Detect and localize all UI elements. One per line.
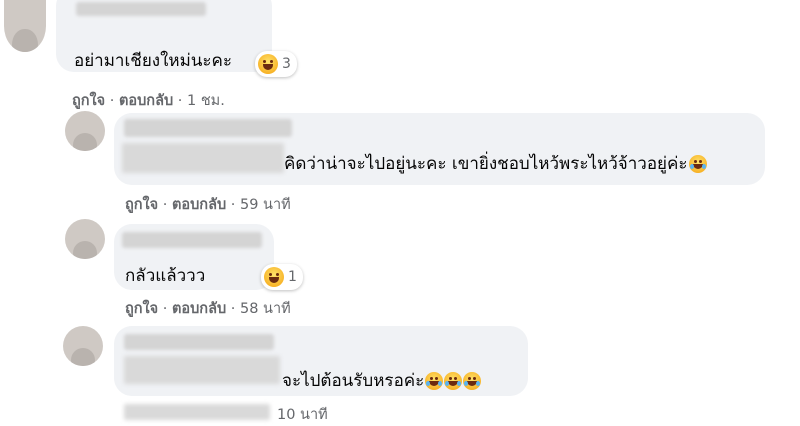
redacted-actions (124, 404, 270, 420)
haha-emoji-icon (258, 54, 278, 74)
avatar[interactable] (63, 326, 103, 366)
timestamp[interactable]: 1 ชม. (187, 93, 225, 109)
timestamp[interactable]: 59 นาที (240, 197, 291, 213)
face-with-tears-of-joy-icon (463, 372, 482, 390)
face-with-tears-of-joy-icon (425, 372, 444, 390)
commenter-name-redacted[interactable] (124, 334, 274, 350)
commenter-name-redacted[interactable] (76, 2, 206, 16)
commenter-name-redacted[interactable] (124, 119, 292, 137)
face-with-tears-of-joy-icon (688, 155, 707, 173)
like-link[interactable]: ถูกใจ (125, 301, 158, 317)
timestamp[interactable]: 58 นาที (240, 301, 291, 317)
reply-link[interactable]: ตอบกลับ (119, 93, 173, 109)
avatar[interactable] (4, 0, 46, 52)
avatar[interactable] (65, 219, 105, 259)
like-link[interactable]: ถูกใจ (125, 197, 158, 213)
commenter-name-redacted[interactable] (122, 232, 262, 248)
comment-text: คิดว่าน่าจะไปอยู่นะคะ เขายิ่งชอบไหว้พระไ… (284, 150, 707, 177)
reply-link[interactable]: ตอบกลับ (172, 197, 226, 213)
redacted-text (124, 356, 280, 384)
reaction-count: 3 (282, 56, 291, 72)
comment-actions: ถูกใจ · ตอบกลับ · 59 นาที (125, 197, 291, 213)
reaction-badge[interactable]: 1 (261, 264, 303, 290)
timestamp[interactable]: 10 นาที (277, 403, 328, 426)
comment-text: จะไปต้อนรับหรอค่ะ (282, 367, 482, 394)
comment-text: กลัวแล้ววว (125, 266, 206, 286)
face-with-tears-of-joy-icon (444, 372, 463, 390)
reaction-badge[interactable]: 3 (255, 51, 297, 77)
comment-text: อย่ามาเชียงใหม่นะคะ (74, 51, 233, 71)
reply-link[interactable]: ตอบกลับ (172, 301, 226, 317)
avatar[interactable] (65, 111, 105, 151)
like-link[interactable]: ถูกใจ (72, 93, 105, 109)
comment-actions: ถูกใจ · ตอบกลับ · 58 นาที (125, 301, 291, 317)
reaction-count: 1 (288, 269, 297, 285)
haha-emoji-icon (264, 267, 284, 287)
redacted-text (122, 143, 284, 173)
comment-actions: ถูกใจ · ตอบกลับ · 1 ชม. (72, 93, 225, 109)
